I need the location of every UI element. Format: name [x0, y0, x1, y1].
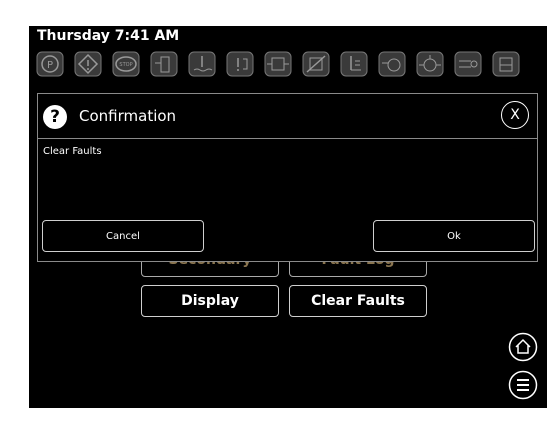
- clock-display: Thursday 7:41 AM: [37, 28, 180, 44]
- parking-brake-icon: P: [35, 50, 65, 78]
- warning-icon: [73, 50, 103, 78]
- coolant-level-icon: [339, 50, 369, 78]
- confirmation-dialog: ? Confirmation X Clear Faults Cancel Ok: [37, 93, 538, 262]
- indicator-bar: P STOP: [35, 50, 541, 80]
- fuel-filter-icon: [149, 50, 179, 78]
- stop-icon: STOP: [111, 50, 141, 78]
- dialog-title: Confirmation: [79, 107, 177, 125]
- svg-text:STOP: STOP: [119, 62, 132, 68]
- cancel-button[interactable]: Cancel: [42, 220, 204, 252]
- coolant-icon: [187, 50, 217, 78]
- ok-button[interactable]: Ok: [373, 220, 535, 252]
- home-icon[interactable]: [508, 332, 538, 362]
- display-button[interactable]: Display: [141, 285, 279, 317]
- question-icon: ?: [43, 105, 67, 129]
- def-icon: [491, 50, 521, 78]
- glow-plug-icon: [453, 50, 483, 78]
- svg-text:P: P: [47, 60, 53, 71]
- hmi-screen: Thursday 7:41 AM P STOP Display Clear Fa…: [29, 26, 547, 408]
- lube-icon: [415, 50, 445, 78]
- menu-icon[interactable]: [508, 370, 538, 400]
- fault-icon: [225, 50, 255, 78]
- dialog-message: Clear Faults: [43, 146, 102, 157]
- regen-inhibit-icon: [301, 50, 331, 78]
- oil-pressure-icon: [377, 50, 407, 78]
- close-button[interactable]: X: [501, 101, 529, 129]
- exhaust-filter-icon: [263, 50, 293, 78]
- dialog-header: ? Confirmation X: [38, 94, 537, 139]
- clear-faults-button[interactable]: Clear Faults: [289, 285, 427, 317]
